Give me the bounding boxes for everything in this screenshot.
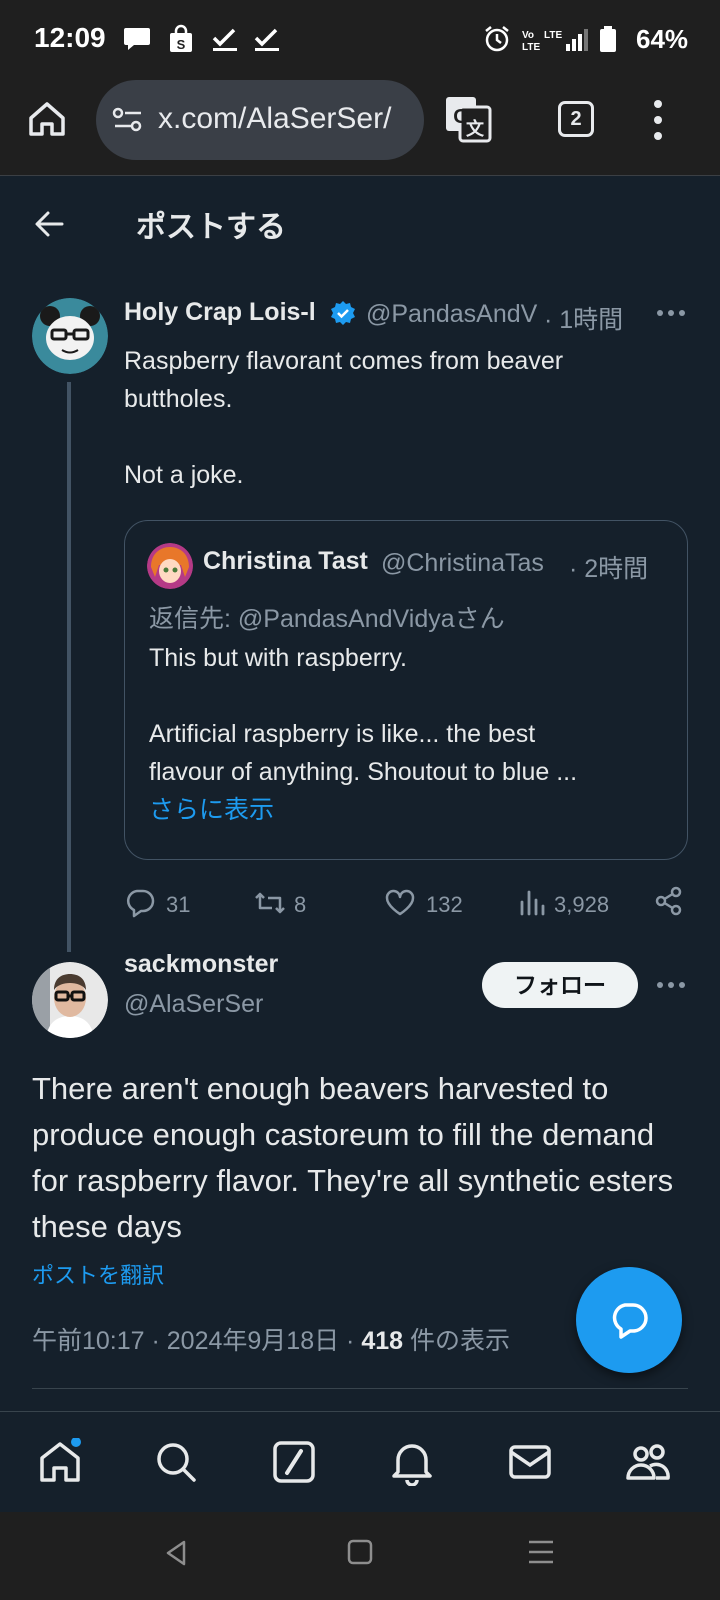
share-icon[interactable] xyxy=(654,886,684,916)
repost-icon xyxy=(255,892,285,914)
site-settings-icon[interactable] xyxy=(112,106,144,134)
svg-text:LTE: LTE xyxy=(544,30,562,41)
bottom-navigation xyxy=(0,1411,720,1512)
main-tweet-text: There aren't enough beavers harvested to… xyxy=(32,1071,674,1244)
repost-count: 8 xyxy=(294,892,307,917)
main-author-handle[interactable]: @AlaSerSer xyxy=(124,990,263,1019)
search-icon[interactable] xyxy=(152,1438,200,1486)
home-square-icon[interactable] xyxy=(346,1538,374,1566)
divider xyxy=(32,1388,688,1389)
repost-button[interactable]: 8 xyxy=(254,888,324,918)
tab-switcher-button[interactable]: 2 xyxy=(558,101,594,137)
main-view-count: 418 xyxy=(361,1327,404,1355)
translate-post-link[interactable]: ポストを翻訳 xyxy=(32,1258,164,1290)
reply-icon xyxy=(127,889,155,918)
more-vertical-icon[interactable] xyxy=(650,98,666,142)
thread-line xyxy=(67,382,71,952)
view-count: 3,928 xyxy=(554,892,610,917)
like-count: 132 xyxy=(426,892,463,917)
quote-reply-to: 返信先: @PandasAndVidyaさん xyxy=(149,605,505,633)
svg-text:Vo: Vo xyxy=(522,30,534,41)
notifications-bell-icon[interactable] xyxy=(388,1438,436,1486)
url-text: x.com/AlaSerSer/ xyxy=(158,102,392,135)
show-more-link[interactable]: さらに表示 xyxy=(149,791,274,829)
tweet-time[interactable]: · 1時間 xyxy=(544,300,623,336)
avatar-christina xyxy=(147,543,193,589)
grok-icon[interactable] xyxy=(270,1438,318,1486)
status-time: 12:09 xyxy=(34,22,106,53)
battery-icon xyxy=(600,26,616,52)
heart-icon xyxy=(385,889,415,916)
task-check-icon xyxy=(212,28,237,51)
back-arrow-icon[interactable] xyxy=(32,206,68,242)
browser-toolbar: x.com/AlaSerSer/ G文 2 xyxy=(0,80,720,176)
quote-author-handle: @ChristinaTas xyxy=(381,549,544,577)
page-header: ポストする xyxy=(0,176,720,272)
svg-text:LTE: LTE xyxy=(522,42,540,53)
task-check-icon xyxy=(254,28,279,51)
reply-count: 31 xyxy=(166,892,191,917)
signal-icon: VoLTELTE xyxy=(522,29,588,53)
quote-time: · 2時間 xyxy=(569,555,649,583)
svg-text:S: S xyxy=(177,37,186,52)
main-author-name[interactable]: sackmonster xyxy=(124,950,278,979)
quote-text: This but with raspberry. Artificial rasp… xyxy=(149,644,578,786)
views-button[interactable]: 3,928 xyxy=(518,888,618,918)
avatar-sackmonster[interactable] xyxy=(32,962,108,1038)
status-bar: 12:09 S Vo LTE LTE 64% xyxy=(0,0,720,80)
tweet-text: Raspberry flavorant comes from beaver bu… xyxy=(124,347,564,489)
system-navigation-bar xyxy=(0,1512,720,1600)
author-handle[interactable]: @PandasAndV xyxy=(366,300,540,329)
author-name[interactable]: Holy Crap Lois-l xyxy=(124,298,328,327)
more-options-icon[interactable] xyxy=(656,308,686,318)
svg-text:文: 文 xyxy=(466,118,485,139)
follow-button[interactable]: フォロー xyxy=(482,962,638,1008)
chat-notification-icon xyxy=(124,28,150,50)
analytics-icon xyxy=(520,890,545,916)
verified-badge-icon xyxy=(331,301,355,325)
quote-author-name: Christina Tast xyxy=(203,547,368,575)
more-options-icon[interactable] xyxy=(656,980,686,990)
reply-button[interactable]: 31 xyxy=(124,888,204,918)
translate-icon[interactable]: G文 xyxy=(444,95,492,143)
tweet-metadata: 午前10:17 · 2024年9月18日 · 418 件の表示 xyxy=(32,1321,510,1357)
reply-icon xyxy=(612,1303,648,1339)
messages-icon[interactable] xyxy=(506,1438,554,1486)
home-icon[interactable] xyxy=(36,1438,84,1486)
page-title: ポストする xyxy=(136,211,286,244)
alarm-icon xyxy=(485,26,509,52)
quoted-tweet[interactable]: Christina Tast @ChristinaTas · 2時間 返信先: … xyxy=(124,520,688,860)
communities-icon[interactable] xyxy=(624,1438,672,1486)
battery-percentage: 64% xyxy=(636,24,689,54)
tweet-timestamp[interactable]: 午前10:17 · 2024年9月18日 · xyxy=(32,1327,354,1355)
avatar-holy-crap-lois[interactable] xyxy=(32,298,108,374)
like-button[interactable]: 132 xyxy=(384,888,480,918)
compose-reply-button[interactable] xyxy=(576,1267,682,1373)
recent-apps-icon[interactable] xyxy=(526,1538,556,1566)
view-suffix: 件の表示 xyxy=(410,1327,511,1355)
url-bar[interactable]: x.com/AlaSerSer/ xyxy=(96,80,424,160)
home-icon[interactable] xyxy=(26,98,68,140)
shopping-bag-icon: S xyxy=(170,24,192,52)
back-icon[interactable] xyxy=(162,1538,192,1568)
